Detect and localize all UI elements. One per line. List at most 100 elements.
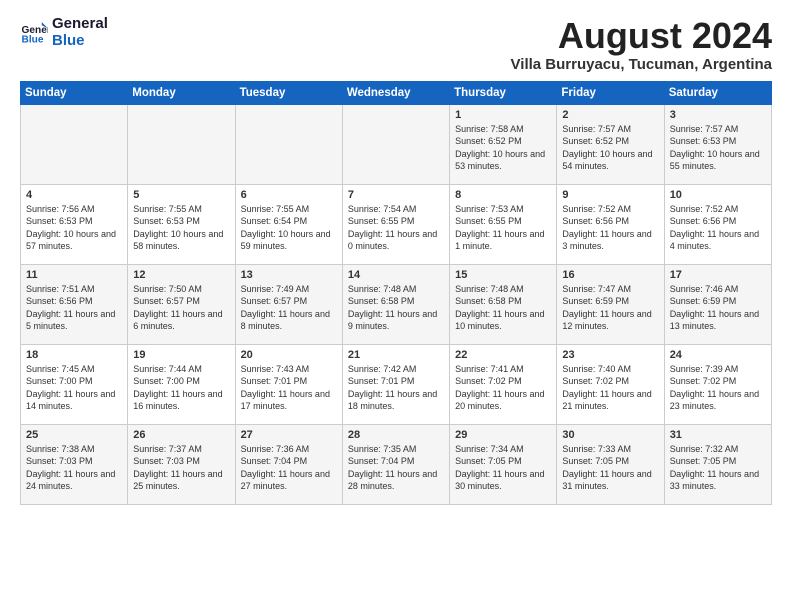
day-cell: 16 Sunrise: 7:47 AMSunset: 6:59 PMDaylig… (557, 264, 664, 344)
day-number: 7 (348, 189, 444, 201)
day-number: 15 (455, 269, 551, 281)
day-info: Sunrise: 7:46 AMSunset: 6:59 PMDaylight:… (670, 284, 759, 332)
day-cell: 22 Sunrise: 7:41 AMSunset: 7:02 PMDaylig… (450, 344, 557, 424)
page: General Blue General Blue August 2024 Vi… (0, 0, 792, 612)
day-info: Sunrise: 7:44 AMSunset: 7:00 PMDaylight:… (133, 364, 222, 412)
day-cell: 19 Sunrise: 7:44 AMSunset: 7:00 PMDaylig… (128, 344, 235, 424)
day-info: Sunrise: 7:42 AMSunset: 7:01 PMDaylight:… (348, 364, 437, 412)
day-cell: 17 Sunrise: 7:46 AMSunset: 6:59 PMDaylig… (664, 264, 771, 344)
day-cell: 27 Sunrise: 7:36 AMSunset: 7:04 PMDaylig… (235, 424, 342, 504)
day-cell: 18 Sunrise: 7:45 AMSunset: 7:00 PMDaylig… (21, 344, 128, 424)
day-info: Sunrise: 7:55 AMSunset: 6:54 PMDaylight:… (241, 204, 331, 252)
day-info: Sunrise: 7:58 AMSunset: 6:52 PMDaylight:… (455, 124, 545, 172)
day-info: Sunrise: 7:56 AMSunset: 6:53 PMDaylight:… (26, 204, 116, 252)
day-cell (128, 104, 235, 184)
day-info: Sunrise: 7:49 AMSunset: 6:57 PMDaylight:… (241, 284, 330, 332)
day-number: 11 (26, 269, 122, 281)
day-cell: 28 Sunrise: 7:35 AMSunset: 7:04 PMDaylig… (342, 424, 449, 504)
weekday-header-tuesday: Tuesday (235, 81, 342, 104)
day-number: 12 (133, 269, 229, 281)
weekday-header-thursday: Thursday (450, 81, 557, 104)
week-row-2: 4 Sunrise: 7:56 AMSunset: 6:53 PMDayligh… (21, 184, 772, 264)
day-number: 24 (670, 349, 766, 361)
logo-line2: Blue (52, 33, 108, 50)
day-cell: 3 Sunrise: 7:57 AMSunset: 6:53 PMDayligh… (664, 104, 771, 184)
day-number: 1 (455, 109, 551, 121)
day-cell: 20 Sunrise: 7:43 AMSunset: 7:01 PMDaylig… (235, 344, 342, 424)
day-cell: 15 Sunrise: 7:48 AMSunset: 6:58 PMDaylig… (450, 264, 557, 344)
day-cell: 30 Sunrise: 7:33 AMSunset: 7:05 PMDaylig… (557, 424, 664, 504)
day-number: 23 (562, 349, 658, 361)
day-number: 18 (26, 349, 122, 361)
day-number: 26 (133, 429, 229, 441)
day-info: Sunrise: 7:37 AMSunset: 7:03 PMDaylight:… (133, 444, 222, 492)
day-info: Sunrise: 7:50 AMSunset: 6:57 PMDaylight:… (133, 284, 222, 332)
week-row-3: 11 Sunrise: 7:51 AMSunset: 6:56 PMDaylig… (21, 264, 772, 344)
day-number: 8 (455, 189, 551, 201)
day-info: Sunrise: 7:51 AMSunset: 6:56 PMDaylight:… (26, 284, 115, 332)
day-number: 5 (133, 189, 229, 201)
weekday-header-friday: Friday (557, 81, 664, 104)
day-number: 14 (348, 269, 444, 281)
day-info: Sunrise: 7:47 AMSunset: 6:59 PMDaylight:… (562, 284, 651, 332)
day-cell: 4 Sunrise: 7:56 AMSunset: 6:53 PMDayligh… (21, 184, 128, 264)
day-number: 17 (670, 269, 766, 281)
day-number: 3 (670, 109, 766, 121)
day-cell: 14 Sunrise: 7:48 AMSunset: 6:58 PMDaylig… (342, 264, 449, 344)
day-info: Sunrise: 7:34 AMSunset: 7:05 PMDaylight:… (455, 444, 544, 492)
week-row-5: 25 Sunrise: 7:38 AMSunset: 7:03 PMDaylig… (21, 424, 772, 504)
day-cell: 11 Sunrise: 7:51 AMSunset: 6:56 PMDaylig… (21, 264, 128, 344)
day-cell: 10 Sunrise: 7:52 AMSunset: 6:56 PMDaylig… (664, 184, 771, 264)
header: General Blue General Blue August 2024 Vi… (20, 16, 772, 73)
week-row-1: 1 Sunrise: 7:58 AMSunset: 6:52 PMDayligh… (21, 104, 772, 184)
day-number: 30 (562, 429, 658, 441)
day-number: 25 (26, 429, 122, 441)
weekday-header-row: SundayMondayTuesdayWednesdayThursdayFrid… (21, 81, 772, 104)
title-block: August 2024 Villa Burruyacu, Tucuman, Ar… (511, 16, 772, 73)
day-info: Sunrise: 7:53 AMSunset: 6:55 PMDaylight:… (455, 204, 544, 252)
day-info: Sunrise: 7:52 AMSunset: 6:56 PMDaylight:… (562, 204, 651, 252)
day-cell: 26 Sunrise: 7:37 AMSunset: 7:03 PMDaylig… (128, 424, 235, 504)
day-number: 27 (241, 429, 337, 441)
day-cell: 8 Sunrise: 7:53 AMSunset: 6:55 PMDayligh… (450, 184, 557, 264)
day-cell: 5 Sunrise: 7:55 AMSunset: 6:53 PMDayligh… (128, 184, 235, 264)
day-cell: 12 Sunrise: 7:50 AMSunset: 6:57 PMDaylig… (128, 264, 235, 344)
day-number: 10 (670, 189, 766, 201)
weekday-header-wednesday: Wednesday (342, 81, 449, 104)
day-cell: 7 Sunrise: 7:54 AMSunset: 6:55 PMDayligh… (342, 184, 449, 264)
logo: General Blue General Blue (20, 16, 108, 49)
day-number: 29 (455, 429, 551, 441)
day-info: Sunrise: 7:52 AMSunset: 6:56 PMDaylight:… (670, 204, 759, 252)
main-title: August 2024 (511, 16, 772, 56)
day-number: 21 (348, 349, 444, 361)
day-cell: 31 Sunrise: 7:32 AMSunset: 7:05 PMDaylig… (664, 424, 771, 504)
day-number: 9 (562, 189, 658, 201)
day-number: 28 (348, 429, 444, 441)
day-cell: 23 Sunrise: 7:40 AMSunset: 7:02 PMDaylig… (557, 344, 664, 424)
day-cell: 6 Sunrise: 7:55 AMSunset: 6:54 PMDayligh… (235, 184, 342, 264)
day-info: Sunrise: 7:36 AMSunset: 7:04 PMDaylight:… (241, 444, 330, 492)
day-info: Sunrise: 7:38 AMSunset: 7:03 PMDaylight:… (26, 444, 115, 492)
day-number: 20 (241, 349, 337, 361)
weekday-header-sunday: Sunday (21, 81, 128, 104)
day-number: 2 (562, 109, 658, 121)
day-info: Sunrise: 7:57 AMSunset: 6:53 PMDaylight:… (670, 124, 760, 172)
day-cell: 29 Sunrise: 7:34 AMSunset: 7:05 PMDaylig… (450, 424, 557, 504)
day-info: Sunrise: 7:32 AMSunset: 7:05 PMDaylight:… (670, 444, 759, 492)
day-cell (21, 104, 128, 184)
day-cell: 21 Sunrise: 7:42 AMSunset: 7:01 PMDaylig… (342, 344, 449, 424)
day-cell: 25 Sunrise: 7:38 AMSunset: 7:03 PMDaylig… (21, 424, 128, 504)
day-number: 19 (133, 349, 229, 361)
day-info: Sunrise: 7:43 AMSunset: 7:01 PMDaylight:… (241, 364, 330, 412)
calendar-table: SundayMondayTuesdayWednesdayThursdayFrid… (20, 81, 772, 505)
day-cell: 13 Sunrise: 7:49 AMSunset: 6:57 PMDaylig… (235, 264, 342, 344)
day-cell (342, 104, 449, 184)
day-cell: 1 Sunrise: 7:58 AMSunset: 6:52 PMDayligh… (450, 104, 557, 184)
day-cell: 2 Sunrise: 7:57 AMSunset: 6:52 PMDayligh… (557, 104, 664, 184)
day-cell: 24 Sunrise: 7:39 AMSunset: 7:02 PMDaylig… (664, 344, 771, 424)
day-number: 13 (241, 269, 337, 281)
day-cell (235, 104, 342, 184)
svg-text:Blue: Blue (22, 34, 44, 45)
day-info: Sunrise: 7:57 AMSunset: 6:52 PMDaylight:… (562, 124, 652, 172)
day-info: Sunrise: 7:48 AMSunset: 6:58 PMDaylight:… (455, 284, 544, 332)
